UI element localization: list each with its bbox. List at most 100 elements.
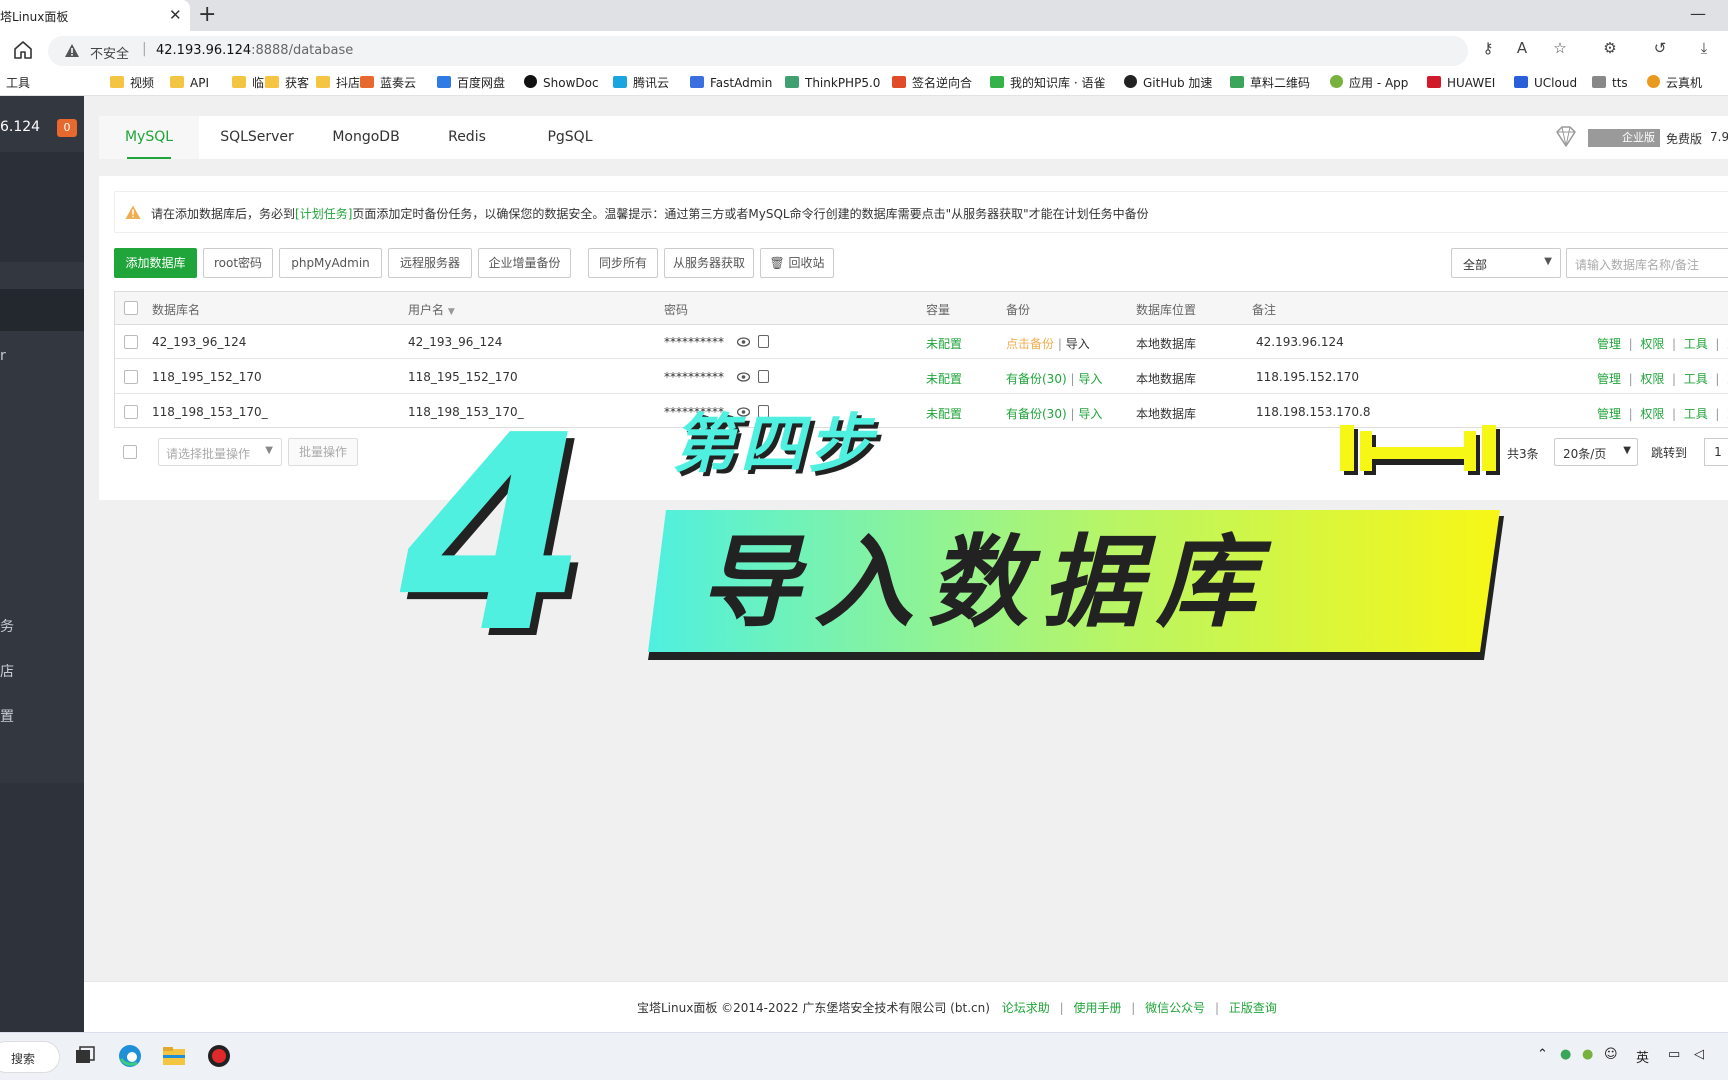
bookmark-item[interactable]: 应用 - App <box>1330 74 1408 92</box>
copy-icon[interactable] <box>758 335 769 348</box>
capacity-link[interactable]: 未配置 <box>926 405 962 422</box>
page-size-select[interactable]: 20条/页 ▼ <box>1554 438 1638 466</box>
bookmark-item[interactable]: 草料二维码 <box>1230 74 1310 92</box>
phpmyadmin-button[interactable]: phpMyAdmin <box>279 248 382 278</box>
row-checkbox[interactable] <box>124 335 138 349</box>
bookmark-item[interactable]: UCloud <box>1514 74 1577 92</box>
volume-icon[interactable]: ◁ <box>1694 1047 1704 1062</box>
permission-link[interactable]: 权限 <box>1640 337 1664 351</box>
enterprise-badge[interactable]: 企业版 <box>1588 129 1660 147</box>
table-row[interactable]: 118_195_152_170 118_195_152_170 **********… <box>115 360 1728 394</box>
bookmark-item[interactable]: ShowDoc <box>524 74 599 92</box>
bookmark-item[interactable]: 我的知识库 · 语雀 <box>990 74 1105 92</box>
manage-link[interactable]: 管理 <box>1597 407 1621 421</box>
add-database-button[interactable]: 添加数据库 <box>114 248 197 278</box>
bookmark-item[interactable]: 视频 <box>110 74 154 92</box>
free-edition-label[interactable]: 免费版 <box>1666 130 1702 147</box>
tools-link[interactable]: 工具 <box>1684 337 1708 351</box>
bookmark-item[interactable]: ThinkPHP5.0 <box>785 74 880 92</box>
db-note[interactable]: 118.195.152.170 <box>1256 370 1359 384</box>
column-header[interactable]: 数据库名 <box>152 301 200 318</box>
bookmark-item[interactable]: 工具 <box>6 74 30 92</box>
incremental-backup-button[interactable]: 企业增量备份 <box>478 248 571 278</box>
eye-icon[interactable] <box>737 337 750 347</box>
row-checkbox[interactable] <box>124 405 138 419</box>
task-view-icon[interactable] <box>72 1043 98 1069</box>
cron-task-link[interactable]: [计划任务] <box>295 207 352 221</box>
tray-app-icon[interactable]: ● <box>1560 1047 1571 1062</box>
wechat-link[interactable]: 微信公众号 <box>1145 1001 1205 1015</box>
edge-icon[interactable] <box>117 1043 143 1069</box>
record-icon[interactable] <box>206 1043 232 1069</box>
capacity-link[interactable]: 未配置 <box>926 370 962 387</box>
sidebar-item-label[interactable]: 置 <box>0 706 14 726</box>
column-header[interactable]: 用户名 ▼ <box>408 301 455 318</box>
row-checkbox[interactable] <box>124 370 138 384</box>
remote-server-button[interactable]: 远程服务器 <box>388 248 472 278</box>
url-text[interactable]: 42.193.96.124:8888/database <box>156 43 353 58</box>
copy-icon[interactable] <box>758 370 769 383</box>
search-input[interactable]: 请输入数据库名称/备注 <box>1566 248 1728 278</box>
select-all-checkbox-bottom[interactable] <box>123 445 137 459</box>
db-note[interactable]: 42.193.96.124 <box>1256 335 1344 349</box>
backup-link[interactable]: 点击备份 <box>1006 337 1054 351</box>
tray-app-icon[interactable]: ● <box>1582 1047 1593 1062</box>
sync-all-button[interactable]: 同步所有 <box>588 248 658 278</box>
bookmark-item[interactable]: tts <box>1592 74 1628 92</box>
url-bar[interactable]: 不安全 | 42.193.96.124:8888/database <box>48 36 1468 66</box>
capacity-link[interactable]: 未配置 <box>926 335 962 352</box>
db-note[interactable]: 118.198.153.170.8 <box>1256 405 1371 419</box>
backup-link[interactable]: 有备份(30) <box>1006 372 1067 386</box>
new-tab-button[interactable]: + <box>198 2 216 27</box>
network-icon[interactable]: ▭ <box>1668 1047 1680 1062</box>
bookmark-item[interactable]: 百度网盘 <box>437 74 505 92</box>
explorer-icon[interactable] <box>161 1043 187 1069</box>
manage-link[interactable]: 管理 <box>1597 372 1621 386</box>
tab-redis[interactable]: Redis <box>417 116 517 159</box>
tray-user-icon[interactable]: ☺ <box>1604 1047 1618 1062</box>
tab-close-icon[interactable]: ✕ <box>169 6 182 24</box>
home-icon[interactable] <box>12 39 34 61</box>
manage-link[interactable]: 管理 <box>1597 337 1621 351</box>
eye-icon[interactable] <box>737 407 750 417</box>
batch-action-select[interactable]: 请选择批量操作 ▼ <box>158 438 282 466</box>
manual-link[interactable]: 使用手册 <box>1073 1001 1121 1015</box>
warning-icon[interactable] <box>64 43 80 59</box>
root-password-button[interactable]: root密码 <box>203 248 273 278</box>
import-link[interactable]: 导入 <box>1078 372 1102 386</box>
filter-select[interactable]: 全部 ▼ <box>1451 248 1561 278</box>
favorite-star-icon[interactable]: ☆ <box>1550 38 1570 58</box>
bookmark-item[interactable]: 云真机 <box>1647 74 1702 92</box>
page-number-input[interactable]: 1 <box>1704 438 1728 466</box>
copy-icon[interactable] <box>758 405 769 418</box>
bookmark-item[interactable]: FastAdmin <box>690 74 772 92</box>
browser-tab[interactable]: 塔Linux面板 ✕ <box>0 0 190 31</box>
extensions-icon[interactable]: ⚙ <box>1600 38 1620 58</box>
tools-link[interactable]: 工具 <box>1684 407 1708 421</box>
bookmark-item[interactable]: 蓝奏云 <box>360 74 416 92</box>
bookmark-item[interactable]: HUAWEI <box>1427 74 1495 92</box>
fetch-from-server-button[interactable]: 从服务器获取 <box>664 248 754 278</box>
table-row[interactable]: 118_198_153_170_ 118_198_153_170_ ********… <box>115 395 1728 429</box>
tab-sqlserver[interactable]: SQLServer <box>207 116 307 159</box>
key-icon[interactable]: ⚷ <box>1478 38 1498 58</box>
ime-indicator[interactable]: 英 <box>1636 1047 1649 1066</box>
batch-action-button[interactable]: 批量操作 <box>288 438 358 466</box>
bookmark-item[interactable]: 签名逆向合 <box>892 74 972 92</box>
backup-link[interactable]: 有备份(30) <box>1006 407 1067 421</box>
bookmark-item[interactable]: 获客 <box>265 74 309 92</box>
select-all-checkbox[interactable] <box>124 301 138 315</box>
notification-badge[interactable]: 0 <box>57 119 77 137</box>
permission-link[interactable]: 权限 <box>1640 407 1664 421</box>
import-link[interactable]: 导入 <box>1066 337 1090 351</box>
bookmark-item[interactable]: 抖店 <box>316 74 360 92</box>
download-icon[interactable]: ⤓ <box>1694 38 1714 58</box>
bookmark-item[interactable]: GitHub 加速 <box>1124 74 1212 92</box>
window-minimize-button[interactable]: — <box>1690 4 1706 23</box>
sidebar-item-label[interactable]: 务 <box>0 616 14 636</box>
import-link[interactable]: 导入 <box>1078 407 1102 421</box>
tab-mysql[interactable]: MySQL <box>99 116 199 159</box>
permission-link[interactable]: 权限 <box>1640 372 1664 386</box>
history-icon[interactable]: ↺ <box>1650 38 1670 58</box>
tab-mongodb[interactable]: MongoDB <box>316 116 416 159</box>
